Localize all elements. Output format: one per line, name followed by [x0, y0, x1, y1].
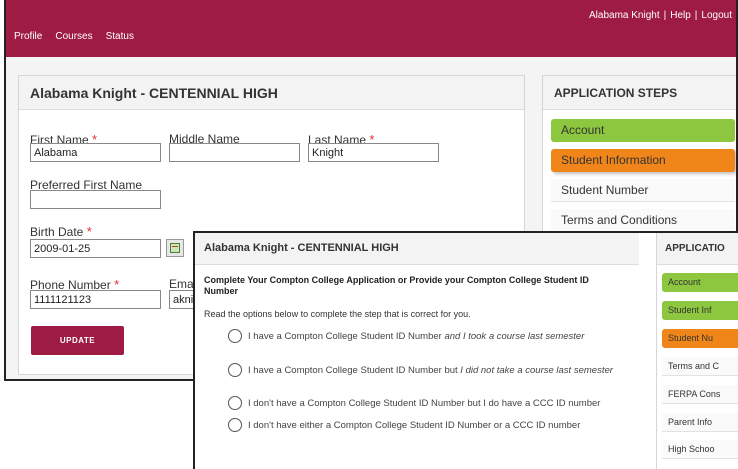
- step-account[interactable]: Account: [551, 119, 735, 142]
- option-text-italic: I did not take a course last semester: [460, 364, 613, 376]
- first-name-input[interactable]: [30, 143, 161, 162]
- option-label: I don't have a Compton College Student I…: [248, 397, 601, 409]
- nav-status[interactable]: Status: [106, 31, 134, 42]
- option-id-took-course[interactable]: I have a Compton College Student ID Numb…: [228, 329, 584, 343]
- preferred-name-input[interactable]: [30, 190, 161, 209]
- step-student-number[interactable]: Student Number: [551, 179, 735, 202]
- help-link[interactable]: Help: [670, 10, 691, 21]
- option-id-no-course[interactable]: I have a Compton College Student ID Numb…: [228, 363, 613, 377]
- option-text-italic: and I took a course last semester: [444, 330, 585, 342]
- student-id-panel-title: Alabama Knight - CENTENNIAL HIGH: [195, 233, 639, 265]
- steps-panel-title: APPLICATION STEPS: [543, 76, 736, 110]
- birth-date-label: Birth Date *: [30, 224, 92, 239]
- student-id-window: Alabama Knight - CENTENNIAL HIGH Complet…: [193, 231, 738, 469]
- separator: |: [663, 10, 667, 21]
- calendar-icon[interactable]: [166, 239, 184, 257]
- step-student-number[interactable]: Student Nu: [662, 329, 738, 348]
- separator: |: [694, 10, 698, 21]
- application-steps-panel-front: APPLICATIO Account Student Inf Student N…: [656, 233, 738, 469]
- nav-courses[interactable]: Courses: [55, 31, 92, 42]
- student-id-prompt: Complete Your Compton College Applicatio…: [204, 275, 589, 296]
- option-text: I have a Compton College Student ID Numb…: [248, 364, 461, 376]
- radio-button[interactable]: [228, 418, 242, 432]
- main-nav: Profile Courses Status: [14, 31, 134, 42]
- option-ccc-id[interactable]: I don't have a Compton College Student I…: [228, 396, 600, 410]
- birth-date-label-text: Birth Date: [30, 225, 84, 239]
- user-menu: Alabama Knight | Help | Logout: [589, 10, 732, 21]
- option-no-id[interactable]: I don't have either a Compton College St…: [228, 418, 580, 432]
- birth-date-input[interactable]: [30, 239, 161, 258]
- steps-panel-title: APPLICATIO: [657, 233, 738, 265]
- step-terms-and-conditions[interactable]: Terms and C: [662, 357, 738, 376]
- radio-button[interactable]: [228, 396, 242, 410]
- option-label: I have a Compton College Student ID Numb…: [248, 331, 584, 342]
- logout-link[interactable]: Logout: [701, 10, 732, 21]
- step-account[interactable]: Account: [662, 273, 738, 292]
- profile-panel-title: Alabama Knight - CENTENNIAL HIGH: [19, 76, 524, 110]
- update-button[interactable]: UPDATE: [31, 326, 124, 355]
- step-parent-information[interactable]: Parent Info: [662, 413, 738, 432]
- option-label: I don't have either a Compton College St…: [248, 419, 581, 431]
- middle-name-input[interactable]: [169, 143, 300, 162]
- step-student-information[interactable]: Student Information: [551, 149, 735, 172]
- radio-button[interactable]: [228, 363, 242, 377]
- student-id-panel: Alabama Knight - CENTENNIAL HIGH Complet…: [195, 233, 639, 469]
- step-ferpa-consent[interactable]: FERPA Cons: [662, 385, 738, 404]
- step-high-school[interactable]: High Schoo: [662, 440, 738, 459]
- top-nav-bar: Profile Courses Status Alabama Knight | He…: [6, 0, 736, 57]
- nav-profile[interactable]: Profile: [14, 31, 42, 42]
- phone-input[interactable]: [30, 290, 161, 309]
- instructions-text: Read the options below to complete the s…: [204, 309, 471, 319]
- radio-button[interactable]: [228, 329, 242, 343]
- option-text: I have a Compton College Student ID Numb…: [248, 330, 445, 342]
- step-student-information[interactable]: Student Inf: [662, 301, 738, 320]
- option-label: I have a Compton College Student ID Numb…: [248, 365, 613, 376]
- user-name-link[interactable]: Alabama Knight: [589, 10, 660, 21]
- required-mark: *: [86, 224, 92, 239]
- last-name-input[interactable]: [308, 143, 439, 162]
- step-terms-and-conditions[interactable]: Terms and Conditions: [551, 209, 735, 232]
